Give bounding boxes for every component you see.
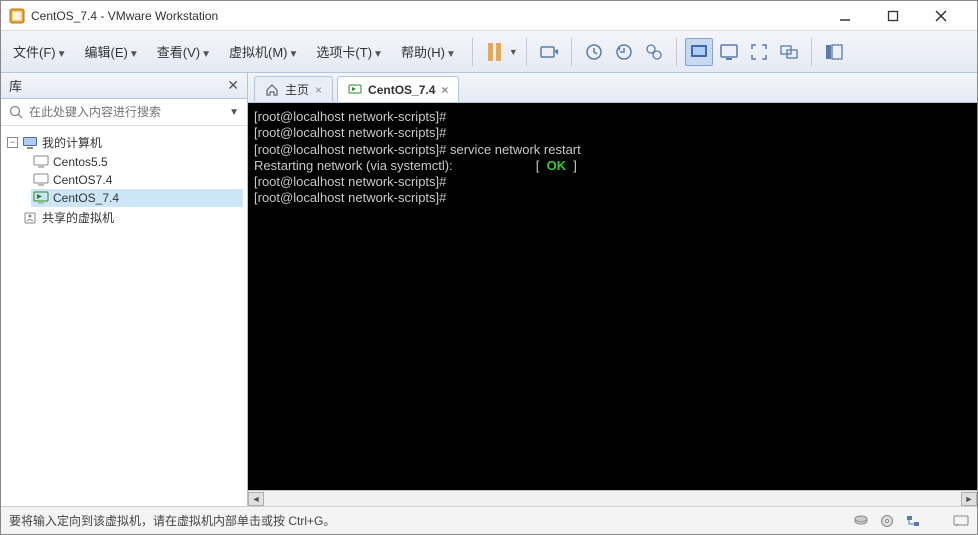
tab-close-icon[interactable]: × xyxy=(441,83,448,97)
separator xyxy=(526,38,527,66)
stretch-guest-icon[interactable] xyxy=(715,38,743,66)
menu-edit[interactable]: 编辑(E)▼ xyxy=(77,38,147,65)
vm-tab-icon xyxy=(348,83,362,97)
tab-close-icon[interactable]: × xyxy=(315,83,322,97)
snapshot-icon[interactable] xyxy=(580,38,608,66)
app-icon xyxy=(9,8,25,24)
message-icon[interactable] xyxy=(953,514,969,528)
main-area: 库 ✕ ▼ − 我的计算机 Centos5.5 CentOS7.4 xyxy=(1,73,977,506)
expander-icon[interactable]: − xyxy=(7,137,18,148)
minimize-button[interactable] xyxy=(833,4,857,28)
snapshot-send-icon[interactable] xyxy=(535,38,563,66)
tree-label: Centos5.5 xyxy=(53,155,108,169)
tab-label: CentOS_7.4 xyxy=(368,83,435,97)
disk-icon[interactable] xyxy=(853,514,869,528)
shared-icon xyxy=(22,211,38,225)
sidebar-close-icon[interactable]: ✕ xyxy=(227,77,239,94)
unity-icon[interactable] xyxy=(775,38,803,66)
separator xyxy=(676,38,677,66)
tree-label: CentOS7.4 xyxy=(53,173,112,187)
search-icon xyxy=(9,105,23,119)
tree-label: 共享的虚拟机 xyxy=(42,209,114,226)
revert-snapshot-icon[interactable] xyxy=(610,38,638,66)
search-input[interactable] xyxy=(29,105,223,119)
titlebar: CentOS_7.4 - VMware Workstation xyxy=(1,1,977,31)
scroll-left-icon[interactable]: ◄ xyxy=(248,492,264,506)
tab-bar: 主页 × CentOS_7.4 × xyxy=(248,73,977,103)
menu-tabs[interactable]: 选项卡(T)▼ xyxy=(308,38,391,65)
tree-node-vm[interactable]: CentOS7.4 xyxy=(31,171,243,189)
console-view-icon[interactable] xyxy=(685,38,713,66)
search-dropdown-icon[interactable]: ▼ xyxy=(229,107,239,118)
tab-home[interactable]: 主页 × xyxy=(254,76,333,102)
vm-tree: − 我的计算机 Centos5.5 CentOS7.4 CentOS_7.4 xyxy=(1,126,247,234)
scroll-right-icon[interactable]: ► xyxy=(961,492,977,506)
tree-node-vm-active[interactable]: CentOS_7.4 xyxy=(31,189,243,207)
vm-running-icon xyxy=(33,191,49,205)
window-controls xyxy=(833,4,969,28)
fullscreen-icon[interactable] xyxy=(745,38,773,66)
menu-view[interactable]: 查看(V)▼ xyxy=(149,38,219,65)
horizontal-scrollbar[interactable]: ◄ ► xyxy=(248,490,977,506)
tree-label: 我的计算机 xyxy=(42,134,102,151)
separator xyxy=(571,38,572,66)
window-title: CentOS_7.4 - VMware Workstation xyxy=(31,9,833,23)
tree-node-shared[interactable]: 共享的虚拟机 xyxy=(5,207,243,228)
tree-node-vm[interactable]: Centos5.5 xyxy=(31,153,243,171)
tree-node-mycomputer[interactable]: − 我的计算机 xyxy=(5,132,243,153)
sidebar-header: 库 ✕ xyxy=(1,73,247,99)
tab-label: 主页 xyxy=(285,81,309,98)
separator xyxy=(811,38,812,66)
menu-vm[interactable]: 虚拟机(M)▼ xyxy=(221,38,306,65)
sidebar: 库 ✕ ▼ − 我的计算机 Centos5.5 CentOS7.4 xyxy=(1,73,248,506)
vm-icon xyxy=(33,173,49,187)
separator xyxy=(472,38,473,66)
status-device-icons xyxy=(853,514,969,528)
content-area: 主页 × CentOS_7.4 × [root@localhost networ… xyxy=(248,73,977,506)
terminal[interactable]: [root@localhost network-scripts]# [root@… xyxy=(248,103,977,490)
vm-icon xyxy=(33,155,49,169)
pause-button[interactable] xyxy=(481,38,509,66)
menu-help[interactable]: 帮助(H)▼ xyxy=(393,38,464,65)
network-icon[interactable] xyxy=(905,514,921,528)
home-icon xyxy=(265,83,279,97)
toolbar: 文件(F)▼ 编辑(E)▼ 查看(V)▼ 虚拟机(M)▼ 选项卡(T)▼ 帮助(… xyxy=(1,31,977,73)
status-text: 要将输入定向到该虚拟机，请在虚拟机内部单击或按 Ctrl+G。 xyxy=(9,512,335,529)
close-button[interactable] xyxy=(929,4,953,28)
cd-icon[interactable] xyxy=(879,514,895,528)
tree-label: CentOS_7.4 xyxy=(53,191,119,205)
statusbar: 要将输入定向到该虚拟机，请在虚拟机内部单击或按 Ctrl+G。 xyxy=(1,506,977,534)
sidebar-title: 库 xyxy=(9,76,22,95)
maximize-button[interactable] xyxy=(881,4,905,28)
menu-file[interactable]: 文件(F)▼ xyxy=(5,38,75,65)
computer-icon xyxy=(22,136,38,150)
manage-snapshot-icon[interactable] xyxy=(640,38,668,66)
tab-vm[interactable]: CentOS_7.4 × xyxy=(337,76,459,102)
sidebar-search: ▼ xyxy=(1,99,247,126)
library-toggle-icon[interactable] xyxy=(820,38,848,66)
